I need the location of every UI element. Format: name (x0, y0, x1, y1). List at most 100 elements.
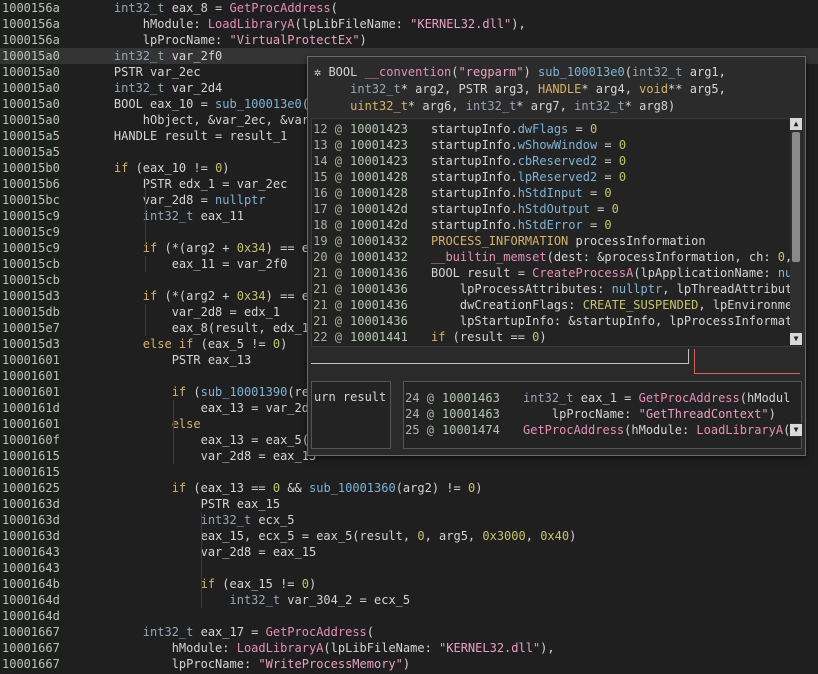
code-text[interactable]: var_2d8 = nullptr (85, 192, 266, 208)
code-text[interactable]: hModule: LoadLibraryA(lpLibFileName: "KE… (85, 640, 555, 656)
address-label[interactable]: 1000164b (2, 576, 60, 592)
address-label[interactable]: 10001423 (350, 121, 408, 137)
address-label[interactable]: 1000163d (2, 496, 60, 512)
scroll-up-icon[interactable]: ▲ (790, 118, 802, 130)
scroll-down-icon[interactable]: ▼ (790, 424, 802, 436)
code-line[interactable]: 10001667 hModule: LoadLibraryA(lpLibFile… (0, 640, 818, 656)
address-label[interactable]: 10001428 (350, 185, 408, 201)
preview-code-pane[interactable]: 12 @10001423 startupInfo.dwFlags = 0 13 @1… (311, 118, 804, 347)
code-text[interactable]: int32_t ecx_5 (85, 512, 295, 528)
code-text[interactable]: if (sub_10001390(res (85, 384, 317, 400)
address-label[interactable]: 10001474 (442, 422, 500, 438)
address-label[interactable]: 10001436 (350, 265, 408, 281)
address-label[interactable]: 10001667 (2, 640, 60, 656)
code-text[interactable]: int32_t eax_11 (85, 208, 244, 224)
address-label[interactable]: 1000163d (2, 512, 60, 528)
code-text[interactable]: int32_t eax_1 = GetProcAddress(hModul (523, 390, 790, 406)
code-text[interactable]: __builtin_memset(dest: &processInformati… (431, 249, 792, 265)
code-text[interactable]: int32_t var_304_2 = ecx_5 (85, 592, 411, 608)
address-label[interactable]: 100015bc (2, 192, 60, 208)
address-label[interactable]: 1000156a (2, 16, 60, 32)
code-line[interactable]: 1000156a lpProcName: "VirtualProtectEx") (0, 32, 818, 48)
address-label[interactable]: 1000161d (2, 400, 60, 416)
address-label[interactable]: 10001432 (350, 233, 408, 249)
code-line[interactable]: 1000164b if (eax_15 != 0) (0, 576, 818, 592)
code-line[interactable]: 10001625 if (eax_13 == 0 && sub_10001360… (0, 480, 818, 496)
code-text[interactable]: eax_13 = var_2d8 (85, 400, 317, 416)
code-text[interactable]: BOOL result = CreateProcessA(lpApplicati… (431, 265, 800, 281)
graph-node-left[interactable]: urn result (311, 381, 391, 449)
address-label[interactable]: 100015cb (2, 272, 60, 288)
address-label[interactable]: 10001463 (442, 406, 500, 422)
graph-node-right[interactable]: 24 @ 10001463 int32_t eax_1 = GetProcAddre… (403, 381, 802, 449)
address-label[interactable]: 10001601 (2, 352, 60, 368)
scroll-down-icon[interactable]: ▼ (790, 333, 802, 345)
code-text[interactable]: if (*(arg2 + 0x34) == ed (85, 288, 316, 304)
address-label[interactable]: 1000142d (350, 217, 408, 233)
node-scrollbar[interactable]: ▼ (790, 423, 802, 437)
address-label[interactable]: 1000142d (350, 201, 408, 217)
address-label[interactable]: 1000156a (2, 0, 60, 16)
code-text[interactable]: else if (eax_5 != 0) (85, 336, 288, 352)
address-label[interactable]: 1000163d (2, 528, 60, 544)
address-label[interactable]: 10001615 (2, 464, 60, 480)
code-text[interactable]: startupInfo.wShowWindow = 0 (431, 137, 626, 153)
address-label[interactable]: 100015c9 (2, 224, 60, 240)
code-text[interactable]: eax_11 = var_2f0 (85, 256, 288, 272)
code-text[interactable]: eax_13 = eax_5(r (85, 432, 317, 448)
code-text[interactable]: startupInfo.hStdError = 0 (431, 217, 612, 233)
code-text[interactable]: if (eax_13 == 0 && sub_10001360(arg2) !=… (85, 480, 483, 496)
code-text[interactable]: PROCESS_INFORMATION processInformation (431, 233, 706, 249)
address-label[interactable]: 100015a0 (2, 48, 60, 64)
code-text[interactable]: hModule: LoadLibraryA(lpLibFileName: "KE… (85, 16, 526, 32)
code-text[interactable]: eax_8(result, edx_1, (85, 320, 317, 336)
code-line[interactable]: 10001643 (0, 560, 818, 576)
address-label[interactable]: 10001625 (2, 480, 60, 496)
address-label[interactable]: 100015b0 (2, 160, 60, 176)
code-text[interactable]: BOOL eax_10 = sub_100013e0(8 (85, 96, 316, 112)
code-line[interactable]: 1000164d (0, 608, 818, 624)
code-text[interactable]: lpProcName: "WriteProcessMemory") (85, 656, 410, 672)
code-text[interactable]: PSTR eax_15 (85, 496, 280, 512)
code-text[interactable]: PSTR eax_13 (85, 352, 251, 368)
code-text[interactable]: startupInfo.dwFlags = 0 (431, 121, 597, 137)
code-line[interactable]: 1000156a hModule: LoadLibraryA(lpLibFile… (0, 16, 818, 32)
code-line[interactable]: 1000163d int32_t ecx_5 (0, 512, 818, 528)
code-text[interactable]: int32_t var_2d4 (85, 80, 222, 96)
code-line[interactable]: 10001667 lpProcName: "WriteProcessMemory… (0, 656, 818, 672)
code-text[interactable]: lpProcName: "VirtualProtectEx") (85, 32, 367, 48)
address-label[interactable]: 100015d3 (2, 336, 60, 352)
address-label[interactable]: 1000164d (2, 592, 60, 608)
code-text[interactable]: int32_t var_2f0 (85, 48, 222, 64)
code-text[interactable]: hObject, &var_2ec, &var_ (85, 112, 316, 128)
address-label[interactable]: 10001667 (2, 656, 60, 672)
address-label[interactable]: 10001601 (2, 416, 60, 432)
code-line[interactable]: 10001667 int32_t eax_17 = GetProcAddress… (0, 624, 818, 640)
address-label[interactable]: 100015d3 (2, 288, 60, 304)
code-line[interactable]: 1000164d int32_t var_304_2 = ecx_5 (0, 592, 818, 608)
code-line[interactable]: 1000156a int32_t eax_8 = GetProcAddress( (0, 0, 818, 16)
code-line[interactable]: 10001643 var_2d8 = eax_15 (0, 544, 818, 560)
address-label[interactable]: 100015a0 (2, 80, 60, 96)
address-label[interactable]: 10001436 (350, 313, 408, 329)
address-label[interactable]: 10001432 (350, 249, 408, 265)
scroll-thumb[interactable] (792, 132, 800, 262)
address-label[interactable]: 10001667 (2, 624, 60, 640)
address-label[interactable]: 10001643 (2, 560, 60, 576)
address-label[interactable]: 100015c9 (2, 208, 60, 224)
address-label[interactable]: 100015cb (2, 256, 60, 272)
address-label[interactable]: 10001441 (350, 329, 408, 345)
address-label[interactable]: 10001423 (350, 153, 408, 169)
code-text[interactable]: int32_t eax_8 = GetProcAddress( (85, 0, 338, 16)
code-text[interactable]: startupInfo.hStdInput = 0 (431, 185, 612, 201)
code-text[interactable]: HANDLE result = result_1 (85, 128, 287, 144)
code-text[interactable]: var_2d8 = edx_1 (85, 304, 280, 320)
address-label[interactable]: 10001436 (350, 297, 408, 313)
address-label[interactable]: 100015c9 (2, 240, 60, 256)
vertical-scrollbar[interactable]: ▲ ▼ (790, 118, 802, 345)
address-label[interactable]: 100015a0 (2, 64, 60, 80)
address-label[interactable]: 1000156a (2, 32, 60, 48)
address-label[interactable]: 10001436 (350, 281, 408, 297)
address-label[interactable]: 100015e7 (2, 320, 60, 336)
address-label[interactable]: 100015db (2, 304, 60, 320)
